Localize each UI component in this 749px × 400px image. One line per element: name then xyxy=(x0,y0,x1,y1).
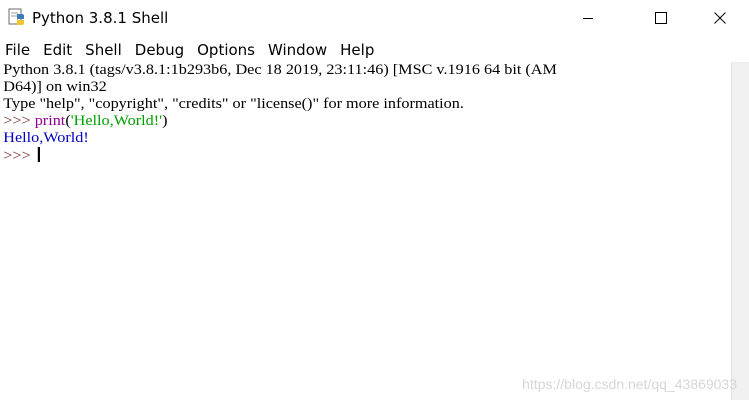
maximize-icon xyxy=(655,12,667,24)
menu-help[interactable]: Help xyxy=(334,38,381,62)
menu-debug[interactable]: Debug xyxy=(129,38,191,62)
menu-window[interactable]: Window xyxy=(262,38,334,62)
input-line[interactable]: >>> xyxy=(3,147,731,164)
menu-bar: File Edit Shell Debug Options Window Hel… xyxy=(0,38,749,62)
menu-file[interactable]: File xyxy=(0,38,37,62)
close-button[interactable] xyxy=(697,0,743,36)
banner-line-3: Type "help", "copyright", "credits" or "… xyxy=(3,96,464,112)
close-paren: ) xyxy=(162,113,168,129)
window-title: Python 3.8.1 Shell xyxy=(32,9,169,27)
python-idle-icon xyxy=(8,8,26,26)
watermark: https://blog.csdn.net/qq_43869033 xyxy=(522,376,737,392)
output-line: Hello,World! xyxy=(3,130,89,146)
shell-text-area[interactable]: Python 3.8.1 (tags/v3.8.1:1b293b6, Dec 1… xyxy=(0,62,731,400)
title-bar[interactable]: Python 3.8.1 Shell xyxy=(0,0,749,36)
prompt: >>> xyxy=(3,113,35,129)
text-cursor xyxy=(37,147,41,162)
menu-options[interactable]: Options xyxy=(191,38,262,62)
shell-content: Python 3.8.1 (tags/v3.8.1:1b293b6, Dec 1… xyxy=(0,62,731,164)
banner-line-1: Python 3.8.1 (tags/v3.8.1:1b293b6, Dec 1… xyxy=(3,62,557,78)
maximize-button[interactable] xyxy=(638,0,684,36)
minimize-icon xyxy=(583,18,593,19)
current-prompt: >>> xyxy=(3,148,35,164)
vertical-scrollbar[interactable] xyxy=(731,62,749,400)
string-literal: 'Hello,World!' xyxy=(70,113,163,129)
close-icon xyxy=(714,12,726,24)
minimize-button[interactable] xyxy=(565,0,611,36)
command-line: >>> print('Hello,World!') xyxy=(3,113,731,130)
banner-line-2: D64)] on win32 xyxy=(3,79,107,95)
builtin-print: print xyxy=(34,113,66,129)
menu-edit[interactable]: Edit xyxy=(37,38,79,62)
menu-shell[interactable]: Shell xyxy=(79,38,129,62)
